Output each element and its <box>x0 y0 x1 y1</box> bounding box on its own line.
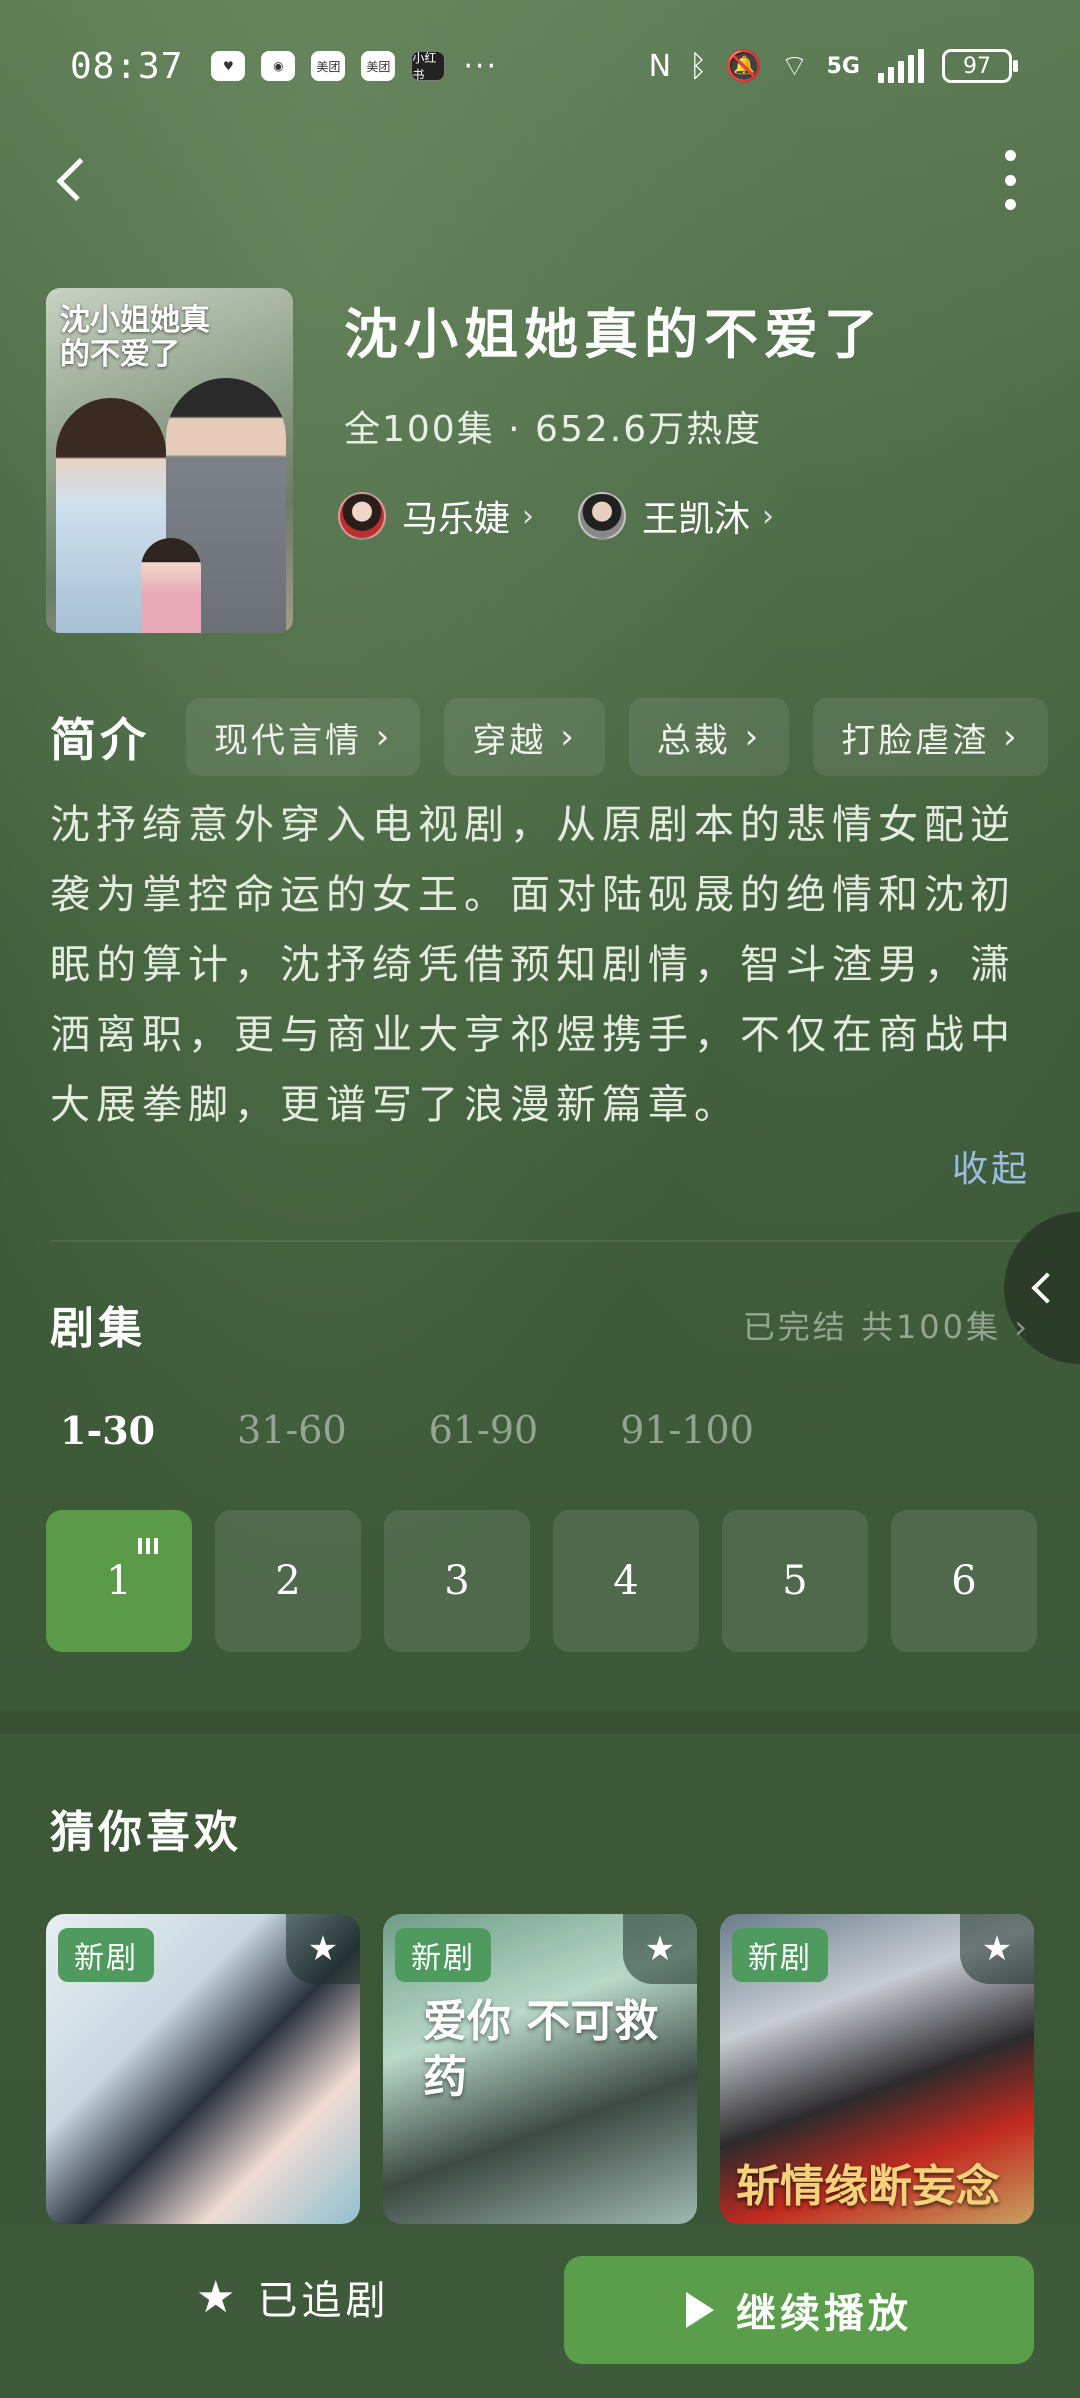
collapse-link[interactable]: 收起 <box>952 1140 1030 1192</box>
more-notifications-icon: ··· <box>463 48 498 84</box>
xiaohongshu-app-icon: 小红书 <box>411 51 446 82</box>
card-poster-text: 爱你 不可救药 <box>423 1996 659 2103</box>
recommend-card[interactable]: 新剧 ★ 爱你 不可救药 <box>383 1914 697 2224</box>
divider <box>50 1240 1030 1242</box>
avatar <box>338 492 386 540</box>
range-tab[interactable]: 31-60 <box>237 1408 347 1453</box>
new-badge: 新剧 <box>58 1928 154 1982</box>
meituan-app-icon: 美团 <box>311 51 346 81</box>
genre-tag[interactable]: 打脸虐渣 › <box>813 698 1048 776</box>
show-title: 沈小姐她真的不爱了 <box>344 302 884 366</box>
cast-item[interactable]: 王凯沐 › <box>578 490 774 542</box>
recommend-card[interactable]: 新剧 ★ 斩情缘断妄念 <box>720 1914 1034 2224</box>
back-button[interactable] <box>52 152 92 206</box>
chevron-right-icon: › <box>762 498 775 534</box>
section-separator <box>0 1710 1080 1734</box>
show-meta: 全100集 · 652.6万热度 <box>344 409 763 450</box>
top-nav <box>0 140 1080 220</box>
bluetooth-icon: ᛒ <box>689 48 708 84</box>
status-bar: 08:37 ♥ ◉ 美团 美团 小红书 ··· N ᛒ 🔕 ⌔ 5G 97 <box>0 36 1080 96</box>
episode-button[interactable]: 1 <box>46 1510 192 1652</box>
battery-icon: 97 <box>942 49 1018 83</box>
episode-button[interactable]: 4 <box>553 1510 699 1652</box>
wifi-icon: ⌔ <box>780 49 809 84</box>
new-badge: 新剧 <box>732 1928 828 1982</box>
show-poster[interactable]: 沈小姐她真的不爱了 <box>46 288 293 633</box>
genre-tag[interactable]: 现代言情 › <box>186 698 421 776</box>
recommend-title: 猜你喜欢 <box>50 1807 242 1858</box>
episode-button[interactable]: 2 <box>215 1510 361 1652</box>
star-icon[interactable]: ★ <box>960 1914 1034 1984</box>
star-icon[interactable]: ★ <box>286 1914 360 1984</box>
status-time: 08:37 <box>70 45 184 87</box>
play-icon <box>686 2292 714 2328</box>
genre-tag[interactable]: 总裁 › <box>628 698 790 776</box>
network-type: 5G <box>826 53 860 79</box>
intro-row: 简介 现代言情 › 穿越 › 总裁 › 打脸虐渣 › <box>50 698 1072 776</box>
playing-icon <box>138 1538 158 1554</box>
episodes-status-link[interactable]: 已完结 共100集 › <box>743 1302 1030 1348</box>
cast-list: 马乐婕 › 王凯沐 › <box>338 490 774 542</box>
heart-app-icon: ♥ <box>211 51 246 81</box>
continue-play-button[interactable]: 继续播放 <box>564 2256 1034 2364</box>
episode-button[interactable]: 3 <box>384 1510 530 1652</box>
poster-figure <box>141 538 201 633</box>
cast-name: 王凯沐 <box>642 499 751 540</box>
play-label: 继续播放 <box>736 2291 912 2337</box>
star-icon: ★ <box>196 2271 240 2323</box>
avatar <box>578 492 627 540</box>
genre-tag[interactable]: 穿越 › <box>444 698 605 776</box>
recommend-list: 新剧 ★ 新剧 ★ 爱你 不可救药 新剧 ★ 斩情缘断妄念 <box>46 1914 1034 2224</box>
mute-bell-icon: 🔕 <box>725 48 763 84</box>
episode-range-tabs: 1-30 31-60 61-90 91-100 <box>60 1408 836 1453</box>
cast-name: 马乐婕 <box>402 499 511 540</box>
follow-button[interactable]: ★ 已追剧 <box>196 2268 389 2326</box>
status-indicators: N ᛒ 🔕 ⌔ 5G 97 <box>648 47 1018 85</box>
more-options-button[interactable] <box>1000 150 1020 210</box>
meituan-app-icon: 美团 <box>361 51 396 81</box>
nfc-icon: N <box>648 48 672 84</box>
recommend-card[interactable]: 新剧 ★ <box>46 1914 360 2224</box>
intro-label: 简介 <box>50 713 150 767</box>
star-icon[interactable]: ★ <box>623 1914 697 1984</box>
range-tab[interactable]: 61-90 <box>429 1408 539 1453</box>
episode-button[interactable]: 5 <box>722 1510 868 1652</box>
episode-grid: 1 2 3 4 5 6 <box>46 1510 1037 1652</box>
range-tab[interactable]: 1-30 <box>60 1408 155 1453</box>
episode-button[interactable]: 6 <box>891 1510 1037 1652</box>
status-app-icons: ♥ ◉ 美团 美团 小红书 <box>211 51 446 82</box>
follow-label: 已追剧 <box>257 2278 390 2324</box>
weibo-app-icon: ◉ <box>261 51 296 81</box>
poster-title: 沈小姐她真的不爱了 <box>60 303 210 372</box>
signal-icon <box>878 49 924 83</box>
range-tab[interactable]: 91-100 <box>620 1408 754 1453</box>
new-badge: 新剧 <box>395 1928 491 1982</box>
cast-item[interactable]: 马乐婕 › <box>338 490 534 542</box>
card-poster-text: 斩情缘断妄念 <box>736 2161 1000 2212</box>
episodes-title: 剧集 <box>50 1303 146 1354</box>
synopsis-text: 沈抒绮意外穿入电视剧，从原剧本的悲情女配逆袭为掌控命运的女王。面对陆砚晟的绝情和… <box>50 802 1016 1128</box>
chevron-right-icon: › <box>522 498 535 534</box>
